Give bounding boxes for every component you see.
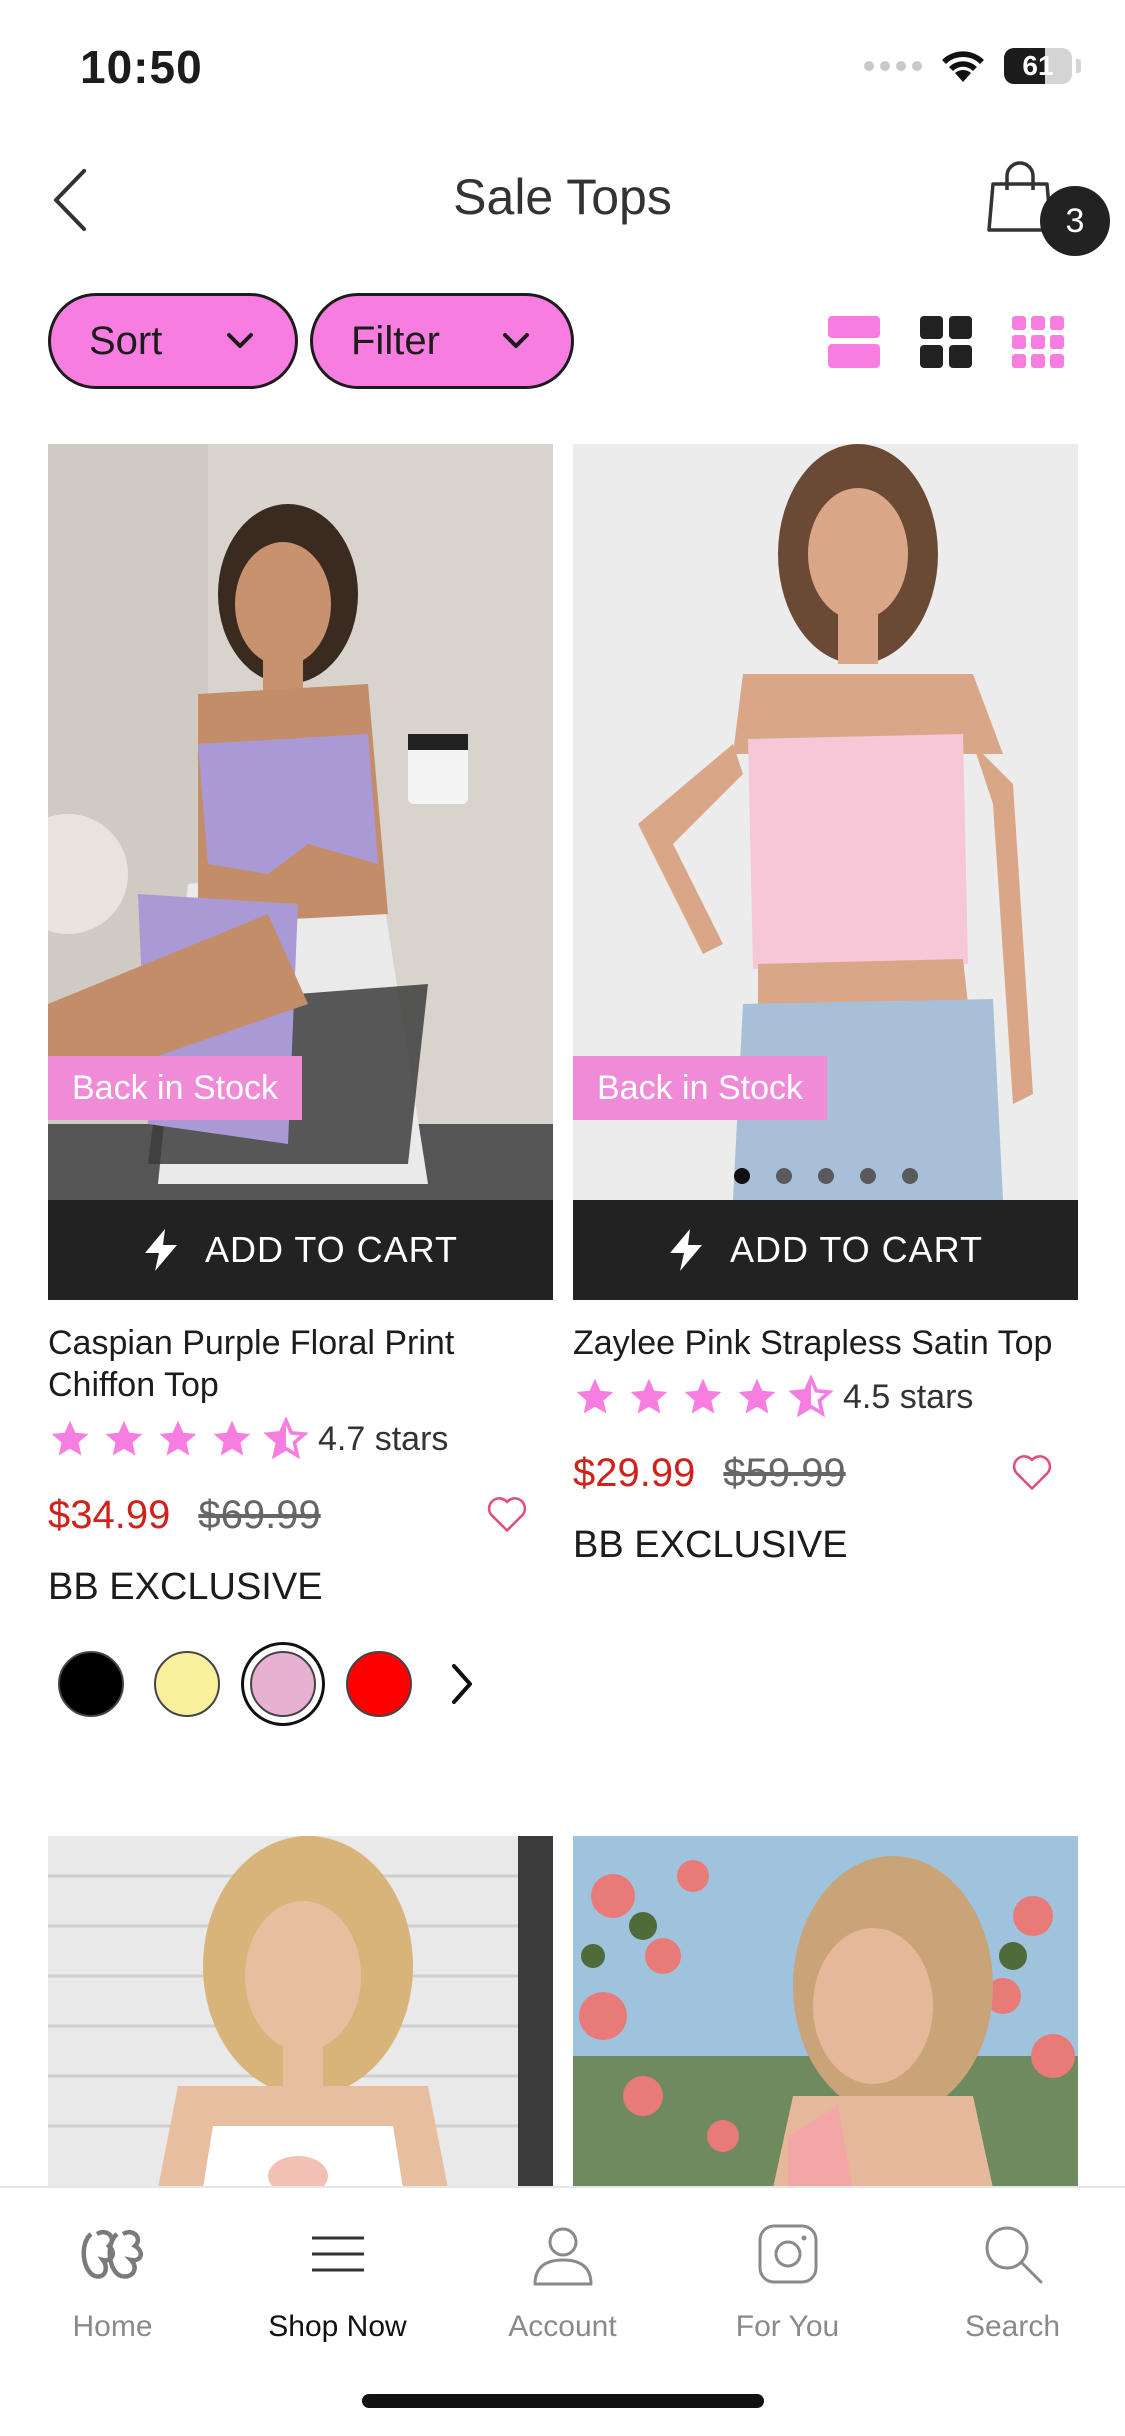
rating-text: 4.5 stars	[843, 1377, 974, 1416]
sale-price: $29.99	[573, 1450, 696, 1495]
product-rating: 4.5 stars	[573, 1370, 1078, 1424]
lightning-icon	[144, 1229, 177, 1271]
heart-icon[interactable]	[485, 1492, 529, 1536]
product-card[interactable]: Back in Stock ADD TO CART Caspian Purple…	[48, 444, 553, 1717]
product-name[interactable]: Zaylee Pink Strapless Satin Top	[573, 1322, 1078, 1364]
two-column-view-icon[interactable]	[919, 315, 973, 369]
heart-icon[interactable]	[1010, 1450, 1054, 1494]
star-icon	[738, 1378, 776, 1414]
color-swatch-pink[interactable]	[250, 1651, 316, 1717]
color-swatch-black[interactable]	[58, 1651, 124, 1717]
product-photo-floral-background	[573, 1836, 1078, 2188]
home-indicator	[362, 2394, 764, 2408]
color-swatch-red[interactable]	[346, 1651, 412, 1717]
product-rating: 4.7 stars	[48, 1412, 553, 1466]
layout-switcher	[827, 315, 1065, 369]
instagram-icon	[758, 2224, 817, 2284]
status-icons: 61	[864, 48, 1081, 84]
star-icon	[51, 1420, 89, 1456]
menu-icon	[311, 2236, 364, 2272]
add-to-cart-label: ADD TO CART	[204, 1229, 459, 1270]
product-image[interactable]	[48, 1836, 553, 2188]
sort-button[interactable]: Sort	[48, 293, 298, 389]
product-image[interactable]: Back in Stock	[573, 444, 1078, 1200]
nav-label: Account	[508, 2310, 617, 2343]
nav-account[interactable]: Account	[450, 2218, 675, 2358]
more-colors-button[interactable]	[442, 1651, 482, 1717]
product-name[interactable]: Caspian Purple Floral Print Chiffon Top	[48, 1322, 553, 1406]
header: Sale Tops	[0, 140, 1125, 260]
product-card[interactable]: Back in Stock ADD TO CART Zaylee Pink St…	[573, 444, 1078, 1567]
three-column-view-icon[interactable]	[1011, 315, 1065, 369]
color-swatch-yellow[interactable]	[154, 1651, 220, 1717]
product-image[interactable]: Back in Stock	[48, 444, 553, 1200]
cellular-signal-icon	[864, 61, 922, 71]
chevron-down-icon	[227, 333, 253, 348]
page-title: Sale Tops	[453, 169, 672, 225]
star-rating	[48, 1417, 308, 1461]
add-to-cart-button[interactable]: ADD TO CART	[573, 1200, 1078, 1300]
color-swatches	[48, 1651, 553, 1717]
status-time: 10:50	[80, 41, 203, 93]
back-in-stock-badge: Back in Stock	[48, 1056, 302, 1120]
nav-home[interactable]: Home	[0, 2218, 225, 2358]
status-bar: 10:50 61	[0, 0, 1125, 140]
exclusive-tag: BB EXCLUSIVE	[48, 1566, 323, 1608]
rating-text: 4.7 stars	[318, 1419, 449, 1458]
star-icon	[684, 1378, 722, 1414]
product-card[interactable]	[48, 1836, 553, 2188]
star-icon	[576, 1378, 614, 1414]
price-row: $29.99 $59.99	[573, 1438, 1078, 1508]
product-image[interactable]	[573, 1836, 1078, 2188]
exclusive-tag: BB EXCLUSIVE	[573, 1524, 848, 1566]
cart-count-badge: 3	[1040, 186, 1110, 256]
original-price: $69.99	[198, 1492, 321, 1537]
sale-price: $34.99	[48, 1492, 171, 1537]
add-to-cart-button[interactable]: ADD TO CART	[48, 1200, 553, 1300]
nav-label: Home	[72, 2310, 153, 2343]
back-in-stock-badge: Back in Stock	[573, 1056, 827, 1120]
filter-label: Filter	[351, 318, 440, 363]
star-icon	[630, 1378, 668, 1414]
add-to-cart-label: ADD TO CART	[729, 1229, 984, 1270]
nav-label: Shop Now	[268, 2310, 407, 2343]
nav-search[interactable]: Search	[900, 2218, 1125, 2358]
nav-for-you[interactable]: For You	[675, 2218, 900, 2358]
chevron-right-icon	[452, 1664, 472, 1704]
nav-label: Search	[964, 2310, 1061, 2343]
battery-icon: 61	[1004, 48, 1072, 84]
image-carousel-dots	[573, 1168, 1078, 1184]
wifi-icon	[942, 51, 984, 82]
single-column-view-icon[interactable]	[827, 315, 881, 369]
star-rating	[573, 1375, 833, 1419]
battery-level: 61	[1022, 50, 1054, 81]
original-price: $59.99	[723, 1450, 846, 1495]
nav-shop-now[interactable]: Shop Now	[225, 2218, 450, 2358]
product-card[interactable]	[573, 1836, 1078, 2188]
nav-label: For You	[735, 2310, 840, 2343]
filter-button[interactable]: Filter	[310, 293, 574, 389]
half-star-icon	[789, 1375, 833, 1418]
star-icon	[159, 1420, 197, 1456]
user-icon	[533, 2227, 592, 2286]
sort-filter-toolbar: Sort Filter	[0, 293, 1125, 389]
sort-label: Sort	[89, 318, 163, 363]
product-photo-white-top	[48, 1836, 553, 2188]
price-row: $34.99 $69.99	[48, 1480, 553, 1550]
search-icon	[985, 2226, 1042, 2284]
chevron-down-icon	[503, 333, 529, 348]
half-star-icon	[264, 1417, 308, 1460]
lightning-icon	[669, 1229, 702, 1271]
bb-logo-icon	[81, 2229, 143, 2279]
star-icon	[105, 1420, 143, 1456]
star-icon	[213, 1420, 251, 1456]
